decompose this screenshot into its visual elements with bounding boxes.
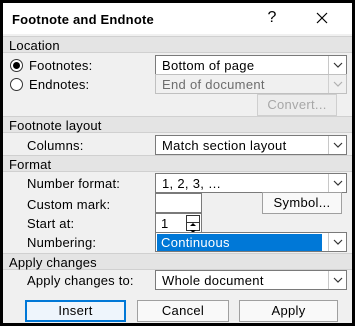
format-heading: Format [9,157,52,172]
footnotes-label: Footnotes: [29,58,93,73]
apply-button[interactable]: Apply [239,300,338,322]
convert-button[interactable]: Convert... [257,94,337,116]
numbering-label: Numbering: [27,235,97,250]
endnotes-position-select[interactable]: End of document [155,74,347,94]
dropdown-arrow [328,56,346,74]
apply-to-value: Whole document [162,273,264,288]
location-section: Location [3,36,352,53]
footnote-endnote-dialog: Footnote and Endnote ? Location Footnote… [0,0,355,326]
spinner-buttons[interactable] [186,215,200,233]
chevron-down-icon [333,81,343,87]
dropdown-arrow [328,136,346,154]
apply-changes-heading: Apply changes [9,255,97,270]
apply-changes-section: Apply changes [3,253,352,270]
dropdown-arrow [328,271,346,289]
chevron-down-icon [333,62,343,68]
apply-to-label: Apply changes to: [27,273,134,288]
chevron-down-icon [333,239,343,245]
cancel-button[interactable]: Cancel [137,300,229,322]
number-format-value: 1, 2, 3, … [162,176,222,191]
dialog-title: Footnote and Endnote [12,12,154,27]
start-at-value: 1 [161,216,169,231]
columns-value: Match section layout [162,138,287,153]
custom-mark-label: Custom mark: [27,197,111,212]
dropdown-arrow [328,174,346,192]
help-button[interactable]: ? [260,6,284,30]
footnotes-position-select[interactable]: Bottom of page [155,55,347,75]
start-at-spinner[interactable]: 1 [155,213,202,233]
start-at-label: Start at: [27,216,75,231]
location-heading: Location [9,38,60,53]
close-icon [316,12,328,24]
insert-button[interactable]: Insert [25,300,126,322]
dropdown-arrow [328,233,346,251]
custom-mark-input[interactable] [155,193,202,213]
symbol-button[interactable]: Symbol... [262,192,342,214]
footnotes-position-value: Bottom of page [162,58,255,73]
dropdown-arrow [328,75,346,93]
numbering-select[interactable]: Continuous [155,232,347,252]
number-format-select[interactable]: 1, 2, 3, … [155,173,347,193]
chevron-down-icon [333,142,343,148]
columns-select[interactable]: Match section layout [155,135,347,155]
spin-up-icon[interactable] [187,216,199,226]
close-button[interactable] [310,6,334,30]
endnotes-label: Endnotes: [29,77,90,92]
number-format-label: Number format: [27,176,121,191]
footnote-layout-heading: Footnote layout [9,118,102,133]
footnote-layout-section: Footnote layout [3,116,352,133]
apply-to-select[interactable]: Whole document [155,270,347,290]
chevron-down-icon [333,180,343,186]
numbering-value: Continuous [157,234,322,251]
format-section: Format [3,155,352,172]
title-bar: Footnote and Endnote ? [3,3,352,34]
columns-label: Columns: [27,138,84,153]
endnotes-radio[interactable] [10,78,23,91]
spin-down-icon[interactable] [187,223,199,233]
footnotes-radio[interactable] [10,59,23,72]
chevron-down-icon [333,277,343,283]
endnotes-position-value: End of document [162,77,265,92]
